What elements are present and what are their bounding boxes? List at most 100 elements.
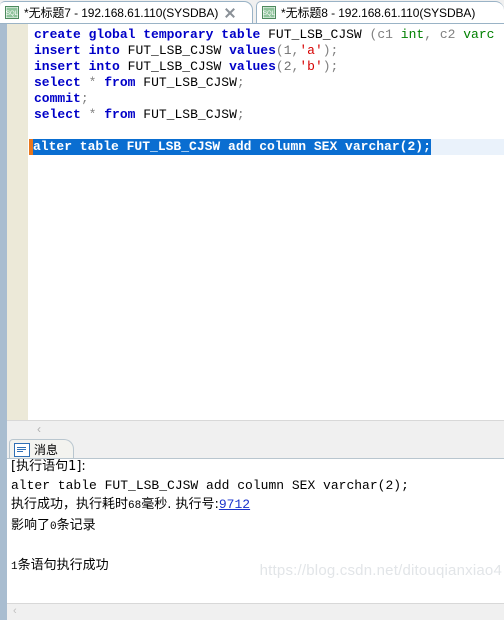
sql-line[interactable]: create global temporary table FUT_LSB_CJ… (29, 27, 504, 43)
code-token: into (88, 43, 120, 58)
sql-file-icon: SQL (5, 5, 20, 20)
code-token: select (34, 75, 81, 90)
code-token: c2 (439, 27, 456, 42)
tab-untitled-7[interactable]: SQL *无标题7 - 192.168.61.110(SYSDBA) (0, 1, 253, 23)
code-token: ); (322, 43, 339, 58)
svg-text:SQL: SQL (263, 11, 276, 17)
message-tab-label: 消息 (34, 443, 59, 457)
code-token: FUT_LSB_CJSW (127, 43, 222, 58)
sql-line[interactable]: insert into FUT_LSB_CJSW values(2,'b'); (29, 59, 504, 75)
sql-code-lines[interactable]: create global temporary table FUT_LSB_CJ… (29, 27, 504, 155)
message-text: [执行语句1]: alter table FUT_LSB_CJSW add col… (11, 459, 409, 577)
code-token: FUT_LSB_CJSW (143, 107, 237, 122)
message-result-line: 执行成功，执行耗时68毫秒. 执行号:9712 (11, 495, 409, 516)
code-token: 'a' (299, 43, 323, 58)
editor-tab-bar: SQL *无标题7 - 192.168.61.110(SYSDBA) SQL *… (0, 0, 504, 24)
code-token: from (104, 107, 136, 122)
sql-line[interactable]: insert into FUT_LSB_CJSW values(1,'a'); (29, 43, 504, 59)
message-tab-bar: 消息 (7, 438, 504, 459)
scroll-left-icon[interactable]: ‹ (37, 423, 41, 436)
code-token: 'b' (299, 59, 323, 74)
message-lines-icon (14, 442, 30, 457)
result-mid: 毫秒. 执行号: (141, 497, 219, 512)
sql-line[interactable]: select * from FUT_LSB_CJSW; (29, 107, 504, 123)
code-token: int (400, 27, 425, 42)
svg-text:SQL: SQL (6, 11, 19, 17)
code-token: varc (463, 27, 495, 42)
code-token: ( (275, 59, 284, 74)
summary-count: 1 (11, 561, 18, 573)
sql-file-icon: SQL (262, 5, 277, 20)
code-token: select (34, 107, 81, 122)
code-token: ); (322, 59, 339, 74)
code-token: 1 (283, 43, 292, 58)
code-token: values (229, 59, 276, 74)
code-token: commit (34, 91, 81, 106)
summary-post: 条语句执行成功 (17, 558, 109, 573)
affected-pre: 影响了 (11, 518, 51, 533)
sql-line-selected[interactable]: alter table FUT_LSB_CJSW add column SEX … (29, 139, 504, 155)
code-token: global (88, 27, 136, 42)
message-pane: 消息 [执行语句1]: alter table FUT_LSB_CJSW add … (0, 438, 504, 620)
code-token: insert (34, 43, 81, 58)
code-token: , (424, 27, 432, 42)
code-token: from (104, 75, 136, 90)
result-prefix: 执行成功，执行耗时 (11, 497, 129, 512)
code-token: create (34, 27, 81, 42)
code-token: ( (275, 43, 284, 58)
execution-number-link[interactable]: 9712 (219, 497, 250, 512)
editor-gutter[interactable] (7, 24, 29, 438)
code-token: into (88, 59, 120, 74)
tab-messages[interactable]: 消息 (9, 439, 74, 459)
code-token: FUT_LSB_CJSW (143, 75, 237, 90)
message-horizontal-scrollbar[interactable]: ‹ (7, 603, 504, 620)
dm-manager-window: SQL *无标题7 - 192.168.61.110(SYSDBA) SQL *… (0, 0, 504, 620)
elapsed-ms: 68 (128, 500, 142, 512)
sql-line[interactable] (29, 123, 504, 139)
sql-line[interactable]: select * from FUT_LSB_CJSW; (29, 75, 504, 91)
code-token: temporary (143, 27, 214, 42)
affected-count: 0 (50, 521, 57, 533)
tab-title: *无标题7 - 192.168.61.110(SYSDBA) (24, 6, 219, 20)
code-token: ; (236, 107, 245, 122)
message-statement-line: alter table FUT_LSB_CJSW add column SEX … (11, 478, 409, 493)
code-token: table (221, 27, 261, 42)
message-left-rail (0, 438, 7, 620)
scroll-left-icon[interactable]: ‹ (13, 605, 17, 617)
code-token: ; (80, 91, 89, 106)
sql-line[interactable]: commit; (29, 91, 504, 107)
selected-statement[interactable]: alter table FUT_LSB_CJSW add column SEX … (33, 139, 431, 155)
code-token: FUT_LSB_CJSW (268, 27, 362, 42)
code-token: ; (236, 75, 245, 90)
editor-horizontal-scrollbar[interactable]: ‹ (7, 420, 504, 438)
close-icon[interactable] (224, 7, 236, 19)
message-header-line: [执行语句1]: (11, 459, 86, 474)
code-token: values (229, 43, 276, 58)
tab-untitled-8[interactable]: SQL *无标题8 - 192.168.61.110(SYSDBA) (256, 1, 504, 23)
sql-code-area[interactable]: create global temporary table FUT_LSB_CJ… (29, 24, 504, 438)
code-token: FUT_LSB_CJSW (127, 59, 222, 74)
tab-title: *无标题8 - 192.168.61.110(SYSDBA) (281, 6, 476, 20)
message-output[interactable]: [执行语句1]: alter table FUT_LSB_CJSW add col… (7, 458, 504, 603)
message-affected-line: 影响了0条记录 (11, 516, 409, 537)
message-summary-line: 1条语句执行成功 (11, 556, 409, 577)
editor-left-rail (0, 24, 7, 438)
code-token: insert (34, 59, 81, 74)
sql-editor-pane: create global temporary table FUT_LSB_CJ… (0, 23, 504, 438)
code-token: c1 (377, 27, 393, 42)
code-token: 2 (283, 59, 292, 74)
